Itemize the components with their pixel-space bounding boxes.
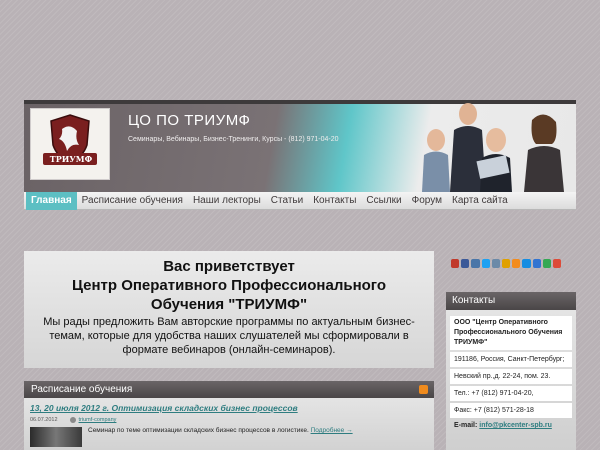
news-text: Семинар по теме оптимизации складских би… (88, 427, 353, 434)
logo-emblem-icon (43, 114, 97, 165)
odnoklassniki-icon[interactable] (512, 259, 521, 268)
delicious-icon[interactable] (532, 259, 541, 268)
news-author[interactable]: triumf-company (69, 417, 117, 423)
contacts-phone: Тел.: +7 (812) 971-04-20, (450, 386, 572, 401)
contacts-heading: Контакты (446, 292, 576, 310)
logo-text: ТРИУМФ (49, 154, 93, 164)
welcome-title-line3: Обучения "ТРИУМФ" (150, 296, 308, 313)
site-header: ТРИУМФ ЦО ПО ТРИУМФ Семинары, Вебинары, … (24, 100, 576, 192)
welcome-text: Мы рады предложить Вам авторские програм… (43, 316, 415, 356)
nav-item-lecturers[interactable]: Наши лекторы (188, 192, 266, 210)
news-body: Семинар по теме оптимизации складских би… (30, 427, 428, 447)
contacts-address: 191186, Россия, Санкт-Петербург; (450, 352, 572, 367)
contacts-organization: ООО "Центр Оперативного Профессиональног… (450, 316, 572, 350)
news-title-link[interactable]: 13, 20 июля 2012 г. Оптимизация складски… (30, 403, 428, 413)
site-title[interactable]: ЦО ПО ТРИУМФ (128, 112, 250, 129)
nav-item-home[interactable]: Главная (26, 191, 77, 210)
facebook-icon[interactable] (461, 259, 470, 268)
moikrug-icon[interactable] (451, 259, 460, 268)
contacts-fax: Факс: +7 (812) 571-28-18 (450, 403, 572, 418)
mailru-icon[interactable] (522, 259, 531, 268)
nav-item-forum[interactable]: Форум (407, 192, 447, 210)
site-logo[interactable]: ТРИУМФ (30, 108, 110, 180)
welcome-title-line2: Центр Оперативного Профессионального (71, 277, 387, 294)
livejournal-icon[interactable] (491, 259, 500, 268)
nav-item-schedule[interactable]: Расписание обучения (77, 192, 188, 210)
vkontakte-icon[interactable] (471, 259, 480, 268)
welcome-title-line1: Вас приветствует (163, 258, 295, 275)
yandex-icon[interactable] (501, 259, 511, 268)
contacts-email-label: E-mail: (454, 422, 478, 429)
business-people-photo (422, 103, 564, 192)
news-meta: 06.07.2012 triumf-company (30, 417, 428, 423)
user-icon (69, 417, 76, 423)
nav-item-articles[interactable]: Статьи (266, 192, 308, 210)
contacts-email-row: E-mail: info@pkcenter-spb.ru (450, 420, 572, 431)
contacts-panel: ООО "Центр Оперативного Профессиональног… (446, 310, 576, 450)
google-plus-icon[interactable] (552, 259, 562, 268)
nav-item-contacts[interactable]: Контакты (308, 192, 361, 210)
news-summary: Семинар по теме оптимизации складских би… (88, 427, 309, 434)
schedule-heading-bar: Расписание обучения (24, 381, 434, 398)
news-thumbnail[interactable] (30, 427, 82, 447)
nav-item-sitemap[interactable]: Карта сайта (447, 192, 513, 210)
site-slogan: Семинары, Вебинары, Бизнес-Тренинги, Кур… (128, 136, 339, 143)
news-author-name[interactable]: triumf-company (79, 417, 117, 423)
rss-icon[interactable] (419, 385, 428, 394)
contacts-street: Невский пр.,д. 22-24, пом. 23. (450, 369, 572, 384)
twitter-icon[interactable] (481, 259, 490, 268)
google-icon[interactable] (542, 259, 551, 268)
social-share-icons (451, 259, 562, 271)
welcome-block: Вас приветствует Центр Оперативного Проф… (24, 251, 434, 368)
nav-item-links[interactable]: Ссылки (361, 192, 406, 210)
read-more-link[interactable]: Подробнее → (311, 427, 353, 434)
contacts-email-link[interactable]: info@pkcenter-spb.ru (479, 422, 552, 429)
schedule-heading: Расписание обучения (31, 384, 133, 395)
news-date: 06.07.2012 (30, 417, 58, 423)
news-item: 13, 20 июля 2012 г. Оптимизация складски… (24, 398, 434, 450)
main-nav: Главная Расписание обучения Наши лекторы… (24, 191, 576, 210)
